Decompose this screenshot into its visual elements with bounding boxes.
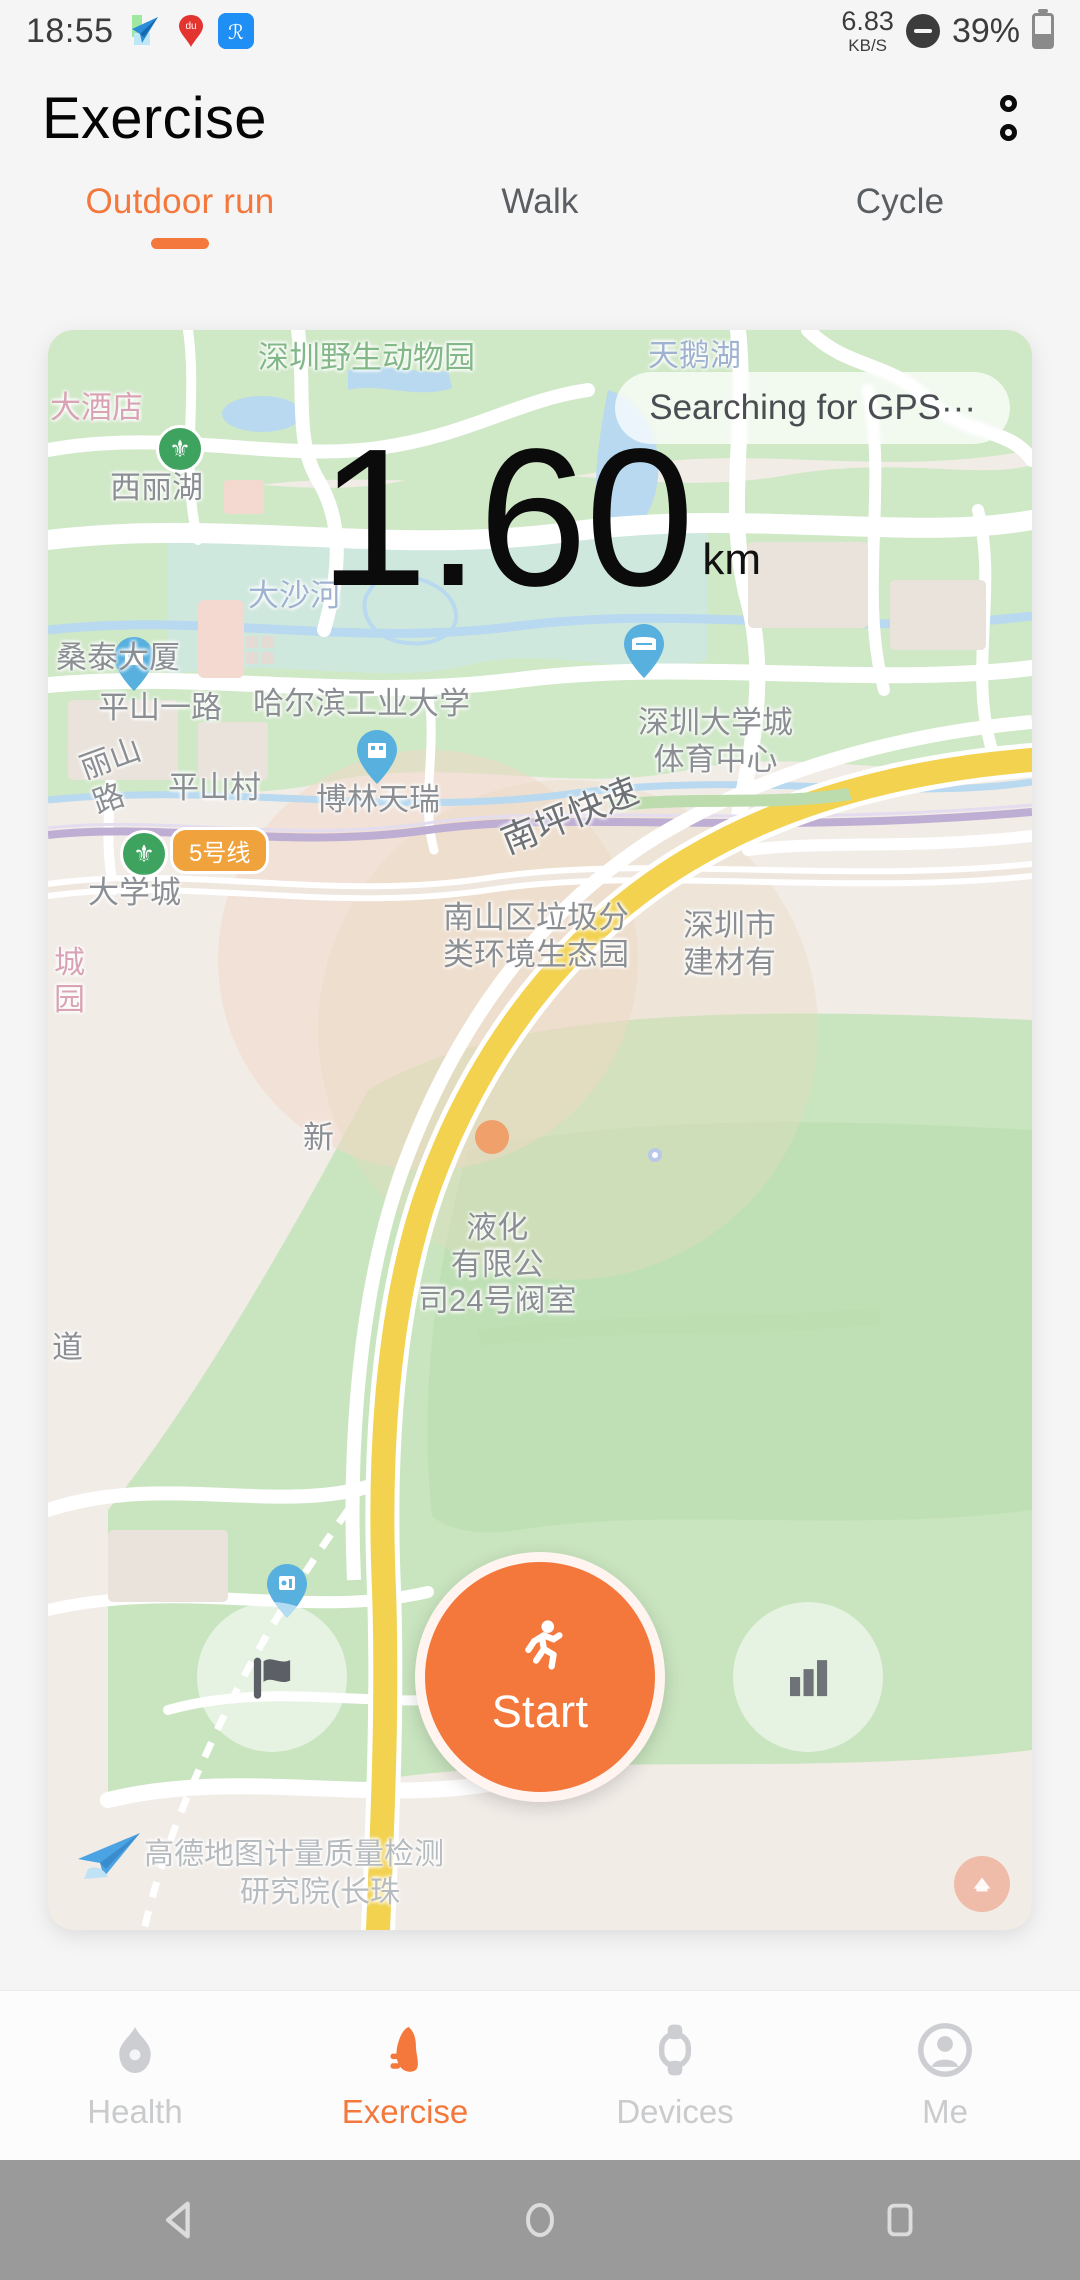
telegram-icon bbox=[128, 13, 164, 49]
network-speed-unit: KB/S bbox=[848, 36, 888, 55]
rr-app-icon: ℛ bbox=[217, 13, 254, 49]
park-marker-icon[interactable] bbox=[110, 635, 158, 693]
nav-item-health[interactable]: Health bbox=[0, 2021, 270, 2131]
more-options-icon[interactable] bbox=[978, 82, 1038, 154]
map-corner-icon[interactable] bbox=[954, 1856, 1010, 1912]
distance-readout: 1.60 km bbox=[48, 408, 1032, 627]
exercise-type-tabs: Outdoor run Walk Cycle bbox=[0, 174, 1080, 282]
start-button-label: Start bbox=[491, 1686, 589, 1737]
amap-logo bbox=[74, 1829, 144, 1886]
android-navigation-bar bbox=[0, 2160, 1080, 2280]
map-point-dot bbox=[648, 1148, 662, 1162]
recents-button[interactable] bbox=[720, 2197, 1080, 2243]
map-card[interactable]: ⚜ ⚜ 5号线 深圳野生动物园 天鹅湖 大酒店 西丽湖 大沙河 桑泰大厦 平山一… bbox=[48, 330, 1032, 1930]
nav-label-me: Me bbox=[922, 2092, 968, 2130]
flag-icon bbox=[253, 1657, 291, 1699]
nav-label-exercise: Exercise bbox=[341, 2092, 469, 2130]
nav-item-exercise[interactable]: Exercise bbox=[270, 2021, 540, 2131]
shoe-icon bbox=[390, 2026, 418, 2072]
home-circle-icon bbox=[526, 2203, 554, 2237]
status-app-icons: du ℛ bbox=[128, 13, 254, 49]
status-time: 18:55 bbox=[26, 11, 114, 50]
tab-cycle-label: Cycle bbox=[855, 182, 945, 221]
watch-icon bbox=[658, 2024, 692, 2075]
battery-percent: 39% bbox=[951, 11, 1020, 50]
bottom-navigation: Health Exercise Devices Me bbox=[0, 1990, 1080, 2160]
baidu-icon: du bbox=[173, 13, 209, 49]
person-icon bbox=[918, 2022, 972, 2077]
building-marker-icon[interactable] bbox=[353, 728, 401, 786]
stats-button[interactable] bbox=[733, 1602, 883, 1752]
tab-walk[interactable]: Walk bbox=[360, 182, 720, 249]
nav-item-devices[interactable]: Devices bbox=[540, 2021, 810, 2131]
start-button[interactable]: Start bbox=[415, 1552, 665, 1802]
nav-label-health: Health bbox=[87, 2092, 183, 2130]
tab-cycle[interactable]: Cycle bbox=[720, 182, 1080, 249]
battery-charging-icon bbox=[1032, 13, 1054, 49]
do-not-disturb-icon bbox=[905, 14, 940, 48]
back-button[interactable] bbox=[0, 2194, 360, 2246]
recents-square-icon bbox=[887, 2203, 913, 2237]
app-bar: Exercise bbox=[0, 62, 1080, 174]
home-icon bbox=[119, 2026, 151, 2073]
metro-line-badge: 5号线 bbox=[170, 827, 270, 874]
network-speed-value: 6.83 bbox=[841, 6, 894, 36]
tab-outdoor-run-label: Outdoor run bbox=[85, 182, 275, 221]
tab-walk-label: Walk bbox=[501, 182, 579, 221]
running-person-icon bbox=[525, 1620, 563, 1670]
map-controls: Start bbox=[48, 1552, 1032, 1802]
back-icon bbox=[165, 2201, 190, 2239]
metro-station-icon[interactable]: ⚜ bbox=[120, 830, 168, 878]
bar-chart-icon bbox=[790, 1660, 828, 1697]
nav-label-devices: Devices bbox=[616, 2092, 734, 2130]
distance-unit: km bbox=[702, 534, 762, 584]
stadium-marker-icon[interactable] bbox=[620, 622, 668, 680]
tab-outdoor-run[interactable]: Outdoor run bbox=[0, 182, 360, 249]
status-right-cluster: 6.83 KB/S 39% bbox=[841, 8, 1054, 54]
home-button[interactable] bbox=[360, 2196, 720, 2244]
user-location-dot bbox=[475, 1120, 509, 1154]
svg-text:du: du bbox=[185, 21, 196, 32]
network-speed: 6.83 KB/S bbox=[841, 6, 894, 55]
goal-button[interactable] bbox=[197, 1602, 347, 1752]
nav-item-me[interactable]: Me bbox=[810, 2021, 1080, 2131]
distance-value: 1.60 bbox=[318, 408, 694, 627]
tab-active-indicator bbox=[151, 238, 209, 249]
page-title: Exercise bbox=[42, 85, 267, 151]
svg-text:ℛ: ℛ bbox=[228, 22, 244, 44]
status-bar: 18:55 du ℛ 6.83 KB/S 39% bbox=[0, 0, 1080, 62]
